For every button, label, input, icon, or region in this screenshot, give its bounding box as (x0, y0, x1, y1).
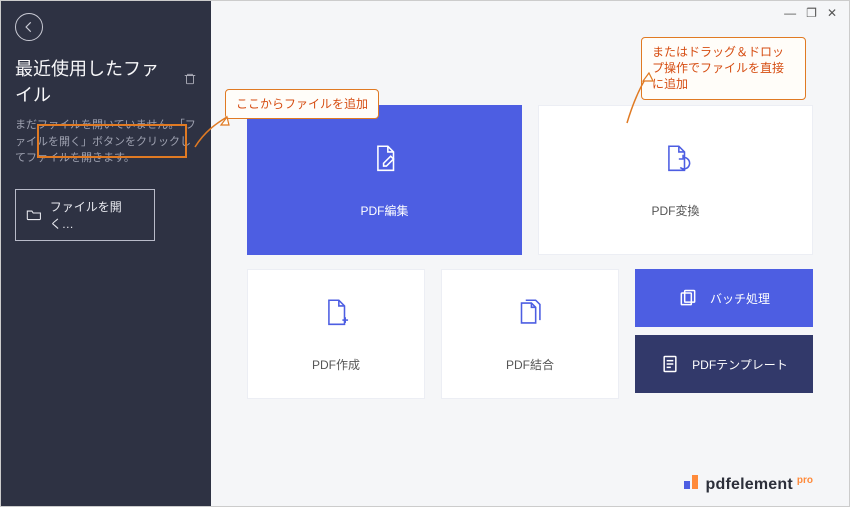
annotation-left-text: ここからファイルを追加 (225, 89, 379, 119)
tile-pdf-combine[interactable]: PDF結合 (441, 269, 619, 399)
tile-pdf-convert-label: PDF変換 (651, 202, 699, 219)
brand-pro: pro (797, 475, 813, 486)
open-file-button[interactable]: ファイルを開く… (15, 189, 155, 241)
maximize-button[interactable]: ❐ (804, 5, 819, 21)
brand-prefix: pdf (706, 476, 731, 493)
callout-tail-icon (191, 113, 231, 153)
tile-pdf-create-label: PDF作成 (312, 356, 360, 373)
recent-files-title: 最近使用したファイル (15, 55, 175, 107)
minimize-button[interactable]: — (782, 5, 798, 21)
template-icon (660, 354, 680, 374)
convert-doc-icon (659, 142, 693, 176)
trash-icon[interactable] (183, 72, 197, 91)
folder-icon (26, 209, 42, 221)
chevron-left-icon (22, 20, 36, 34)
tile-pdf-convert[interactable]: PDF変換 (538, 105, 813, 255)
sidebar: 最近使用したファイル まだファイルを開いていません。「ファイルを開く」ボタンをク… (1, 1, 211, 506)
close-button[interactable]: ✕ (825, 5, 839, 21)
brand-logo: pdfelement pro (684, 455, 813, 494)
tile-batch[interactable]: バッチ処理 (635, 269, 813, 327)
brand-mark-icon (684, 475, 698, 489)
create-doc-icon (319, 296, 353, 330)
annotation-right: またはドラッグ＆ドロップ操作でファイルを直接に追加 (641, 37, 806, 100)
annotation-right-text: またはドラッグ＆ドロップ操作でファイルを直接に追加 (641, 37, 806, 100)
back-button[interactable] (15, 13, 43, 41)
tile-pdf-edit-label: PDF編集 (360, 202, 408, 219)
brand-suffix: element (731, 476, 793, 493)
edit-doc-icon (368, 142, 402, 176)
annotation-left: ここからファイルを追加 (225, 89, 379, 119)
recent-files-help: まだファイルを開いていません。「ファイルを開く」ボタンをクリックしてファイルを開… (15, 117, 197, 167)
combine-doc-icon (513, 296, 547, 330)
tile-pdf-edit[interactable]: PDF編集 (247, 105, 522, 255)
batch-icon (678, 288, 698, 308)
tile-pdf-create[interactable]: PDF作成 (247, 269, 425, 399)
tile-template[interactable]: PDFテンプレート (635, 335, 813, 393)
tile-template-label: PDFテンプレート (692, 356, 788, 373)
tile-pdf-combine-label: PDF結合 (506, 356, 554, 373)
callout-tail-icon (625, 69, 665, 129)
tile-batch-label: バッチ処理 (710, 290, 770, 307)
open-file-label: ファイルを開く… (50, 198, 144, 232)
